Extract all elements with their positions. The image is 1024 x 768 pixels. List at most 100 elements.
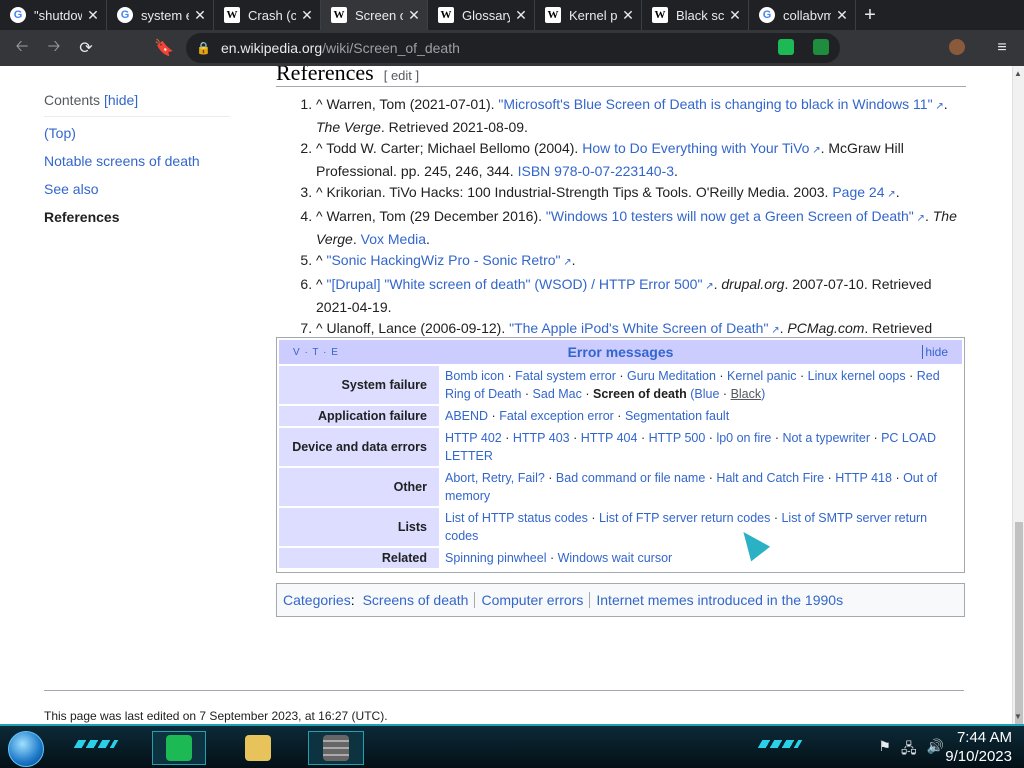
- category-link[interactable]: Screens of death: [363, 592, 469, 608]
- navbox-link[interactable]: Guru Meditation: [627, 369, 716, 383]
- navbox-link[interactable]: Bad command or file name: [556, 471, 705, 485]
- toc-hide-link[interactable]: [hide]: [104, 92, 138, 108]
- folder-icon: [245, 735, 271, 761]
- toc-item[interactable]: Notable screens of death: [44, 151, 230, 179]
- navbox-link[interactable]: List of FTP server return codes: [599, 511, 770, 525]
- taskbar-explorer[interactable]: [236, 731, 280, 765]
- navbox-title-link[interactable]: Error messages: [568, 344, 674, 360]
- scroll-up-icon[interactable]: ▲: [1014, 69, 1022, 78]
- shield-icon[interactable]: [813, 39, 829, 55]
- action-center-icon[interactable]: ⚑: [878, 738, 891, 762]
- back-icon[interactable]: 🡠: [6, 32, 38, 64]
- vte-links[interactable]: V · T · E: [293, 347, 339, 358]
- browser-tab[interactable]: W Screen o ✕: [321, 0, 428, 30]
- external-link-icon: ↗: [884, 189, 896, 200]
- navbox-list: Bomb icon · Fatal system error · Guru Me…: [439, 366, 962, 404]
- browser-toolbar: 🡠 🡢 ⟳ 🔖 🔒 en.wikipedia.org/wiki/Screen_o…: [0, 30, 1024, 66]
- navbox-sublink[interactable]: Blue: [694, 387, 719, 401]
- navbox-link[interactable]: Fatal exception error: [499, 409, 614, 423]
- navbox-link[interactable]: Sad Mac: [533, 387, 582, 401]
- close-icon[interactable]: ✕: [835, 7, 849, 24]
- navbox-group: Other: [279, 468, 439, 506]
- google-icon: G: [759, 7, 775, 23]
- reference-text: .: [571, 252, 576, 268]
- avatar[interactable]: [949, 39, 965, 55]
- edit-link[interactable]: [ edit ]: [384, 68, 419, 83]
- navbox-hide-link[interactable]: hide: [922, 345, 948, 359]
- separator-dot: ·: [544, 471, 556, 485]
- reference-link[interactable]: How to Do Everything with Your TiVo: [582, 140, 809, 156]
- reference-link[interactable]: "The Apple iPod's White Screen of Death": [509, 320, 768, 336]
- toc-item[interactable]: (Top): [44, 123, 230, 151]
- navbox-link[interactable]: Halt and Catch Fire: [716, 471, 824, 485]
- navbox-link[interactable]: lp0 on fire: [716, 431, 771, 445]
- reference-link[interactable]: "Sonic HackingWiz Pro - Sonic Retro": [326, 252, 560, 268]
- isbn-link[interactable]: ISBN 978-0-07-223140-3: [518, 163, 674, 179]
- toc-item[interactable]: References: [44, 207, 230, 235]
- toc-item[interactable]: See also: [44, 179, 230, 207]
- scrollbar-thumb[interactable]: [1015, 522, 1023, 728]
- browser-tab[interactable]: W Crash (co✕: [214, 0, 321, 30]
- reference-link[interactable]: "[Drupal] "White screen of death" (WSOD)…: [326, 276, 702, 292]
- navbox-sublink[interactable]: Black: [731, 387, 762, 401]
- reference-link[interactable]: Page 24: [832, 184, 884, 200]
- navbox-list: List of HTTP status codes · List of FTP …: [439, 508, 962, 546]
- close-icon[interactable]: ✕: [193, 7, 207, 24]
- bookmark-icon[interactable]: 🔖: [148, 32, 180, 64]
- close-icon[interactable]: ✕: [514, 7, 528, 24]
- separator-dot: ·: [705, 471, 717, 485]
- reference-link[interactable]: Vox Media: [361, 231, 426, 247]
- close-icon[interactable]: ✕: [407, 7, 421, 24]
- navbox-link[interactable]: ABEND: [445, 409, 488, 423]
- clock[interactable]: 7:44 AM 9/10/2023: [922, 728, 1012, 766]
- navbox-link[interactable]: Bomb icon: [445, 369, 504, 383]
- category-link[interactable]: Internet memes introduced in the 1990s: [596, 592, 843, 608]
- tab-title: Glossary: [462, 7, 510, 23]
- browser-tab[interactable]: W Glossary ✕: [428, 0, 535, 30]
- forward-icon[interactable]: 🡢: [38, 32, 70, 64]
- navbox-link[interactable]: HTTP 500: [649, 431, 706, 445]
- navbox-link[interactable]: Kernel panic: [727, 369, 797, 383]
- scroll-down-icon[interactable]: ▼: [1014, 712, 1022, 721]
- navbox-group: Application failure: [279, 406, 439, 426]
- new-tab-icon[interactable]: +: [856, 0, 884, 30]
- close-icon[interactable]: ✕: [86, 7, 100, 24]
- scrollbar[interactable]: ▲ ▼: [1012, 66, 1024, 728]
- browser-tab[interactable]: Gcollabvm ✕: [749, 0, 856, 30]
- reference-link[interactable]: "Microsoft's Blue Screen of Death is cha…: [498, 96, 932, 112]
- taskbar-spotify[interactable]: [152, 731, 206, 765]
- address-bar[interactable]: 🔒 en.wikipedia.org/wiki/Screen_of_death: [186, 33, 840, 63]
- taskbar-app[interactable]: [308, 731, 364, 765]
- start-button[interactable]: [8, 731, 44, 767]
- close-icon[interactable]: ✕: [300, 7, 314, 24]
- navbox-link[interactable]: Segmentation fault: [625, 409, 729, 423]
- wikipedia-icon: W: [652, 7, 668, 23]
- browser-tab[interactable]: W Kernel pa✕: [535, 0, 642, 30]
- navbox-link[interactable]: HTTP 403: [513, 431, 570, 445]
- network-icon[interactable]: 🖧: [901, 738, 917, 762]
- category-link[interactable]: Computer errors: [481, 592, 583, 608]
- navbox-link[interactable]: Spinning pinwheel: [445, 551, 546, 565]
- navbox-row: Device and data errors HTTP 402 · HTTP 40…: [279, 428, 962, 466]
- extension-icon[interactable]: [778, 39, 794, 55]
- navbox-link[interactable]: HTTP 402: [445, 431, 502, 445]
- separator-dot: ·: [488, 409, 500, 423]
- navbox-link[interactable]: List of HTTP status codes: [445, 511, 588, 525]
- menu-icon[interactable]: ≡: [986, 32, 1018, 64]
- navbox-link[interactable]: HTTP 418: [835, 471, 892, 485]
- navbox-link[interactable]: Windows wait cursor: [558, 551, 673, 565]
- reference-link[interactable]: "Windows 10 testers will now get a Green…: [546, 208, 914, 224]
- browser-tab[interactable]: G "shutdow ✕: [0, 0, 107, 30]
- navbox-link[interactable]: HTTP 404: [581, 431, 638, 445]
- browser-tab[interactable]: W Black scre✕: [642, 0, 749, 30]
- close-icon[interactable]: ✕: [728, 7, 742, 24]
- categories-label[interactable]: Categories: [283, 592, 351, 608]
- navbox-link[interactable]: Linux kernel oops: [808, 369, 906, 383]
- browser-tab[interactable]: Gsystem e ✕: [107, 0, 214, 30]
- navbox-link[interactable]: Abort, Retry, Fail?: [445, 471, 545, 485]
- reload-icon[interactable]: ⟳: [70, 32, 102, 64]
- navbox-link[interactable]: Not a typewriter: [782, 431, 870, 445]
- navbox-link[interactable]: Fatal system error: [515, 369, 616, 383]
- close-icon[interactable]: ✕: [621, 7, 635, 24]
- taskbar-decoration: [757, 740, 803, 748]
